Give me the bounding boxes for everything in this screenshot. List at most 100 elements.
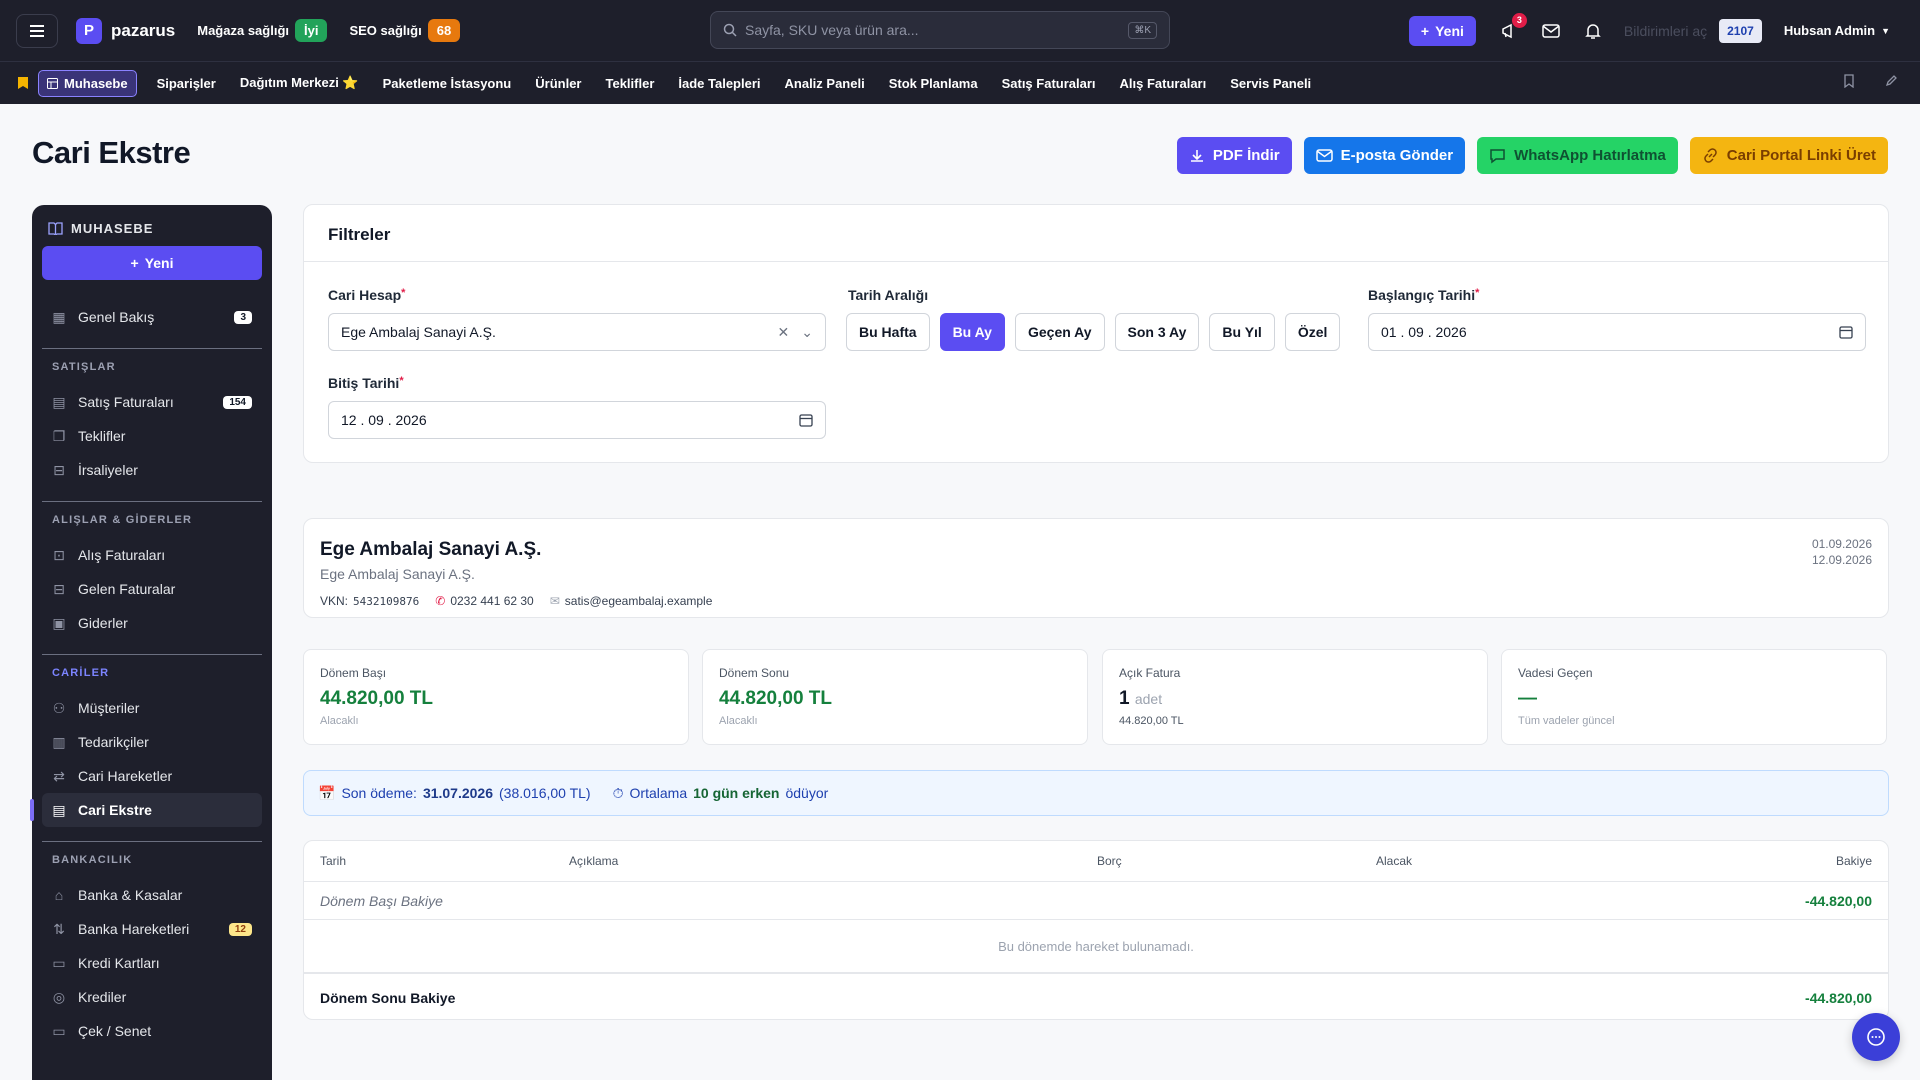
sidebar-item-incoming-invoices[interactable]: ⊟ Gelen Faturalar [42,572,262,606]
search-input[interactable]: Sayfa, SKU veya ürün ara... ⌘K [710,11,1170,49]
notifications-text[interactable]: Bildirimleri aç [1624,23,1707,39]
sidebar-item-bank-cash[interactable]: ⌂ Banka & Kasalar [42,878,262,912]
vkn-value: 5432109876 [353,594,420,608]
period-end: 12.09.2026 [1811,553,1872,567]
sidebar-item-credit-cards[interactable]: ▭ Kredi Kartları [42,946,262,980]
end-date-input[interactable]: 12 . 09 . 2026 [328,401,826,439]
stat-sub: Tüm vadeler güncel [1518,715,1615,727]
sidebar-item-account-statement[interactable]: ▤ Cari Ekstre [30,793,262,827]
portal-link-button[interactable]: Cari Portal Linki Üret [1689,137,1888,174]
stopwatch-icon: ⏱ [612,784,624,801]
brand-name[interactable]: pazarus [111,21,175,41]
sidebar-item-waybills[interactable]: ⊟ İrsaliyeler [42,453,262,487]
end-date-label: Bitiş Tarihi* [328,375,404,391]
send-email-label: E-posta Gönder [1340,147,1454,164]
sidebar-item-customers[interactable]: ⚇ Müşteriler [42,691,262,725]
range-option-this-week[interactable]: Bu Hafta [846,313,930,351]
end-date-value: 12 . 09 . 2026 [341,412,427,428]
document-icon: ▤ [52,393,66,410]
start-date-input[interactable]: 01 . 09 . 2026 [1368,313,1866,351]
plus-icon: + [1420,22,1430,39]
opening-balance: -44.820,00 [1805,892,1872,909]
sidebar-item-label: Genel Bakış [78,309,155,325]
col-description: Açıklama [569,854,619,868]
table-header: Tarih Açıklama Borç Alacak Bakiye [304,841,1888,882]
tray-icon: ⊟ [53,580,65,597]
brand-logo[interactable]: P [76,17,102,44]
sidebar-item-bank-movements[interactable]: ⇅ Banka Hareketleri 12 [42,912,262,946]
nav-item[interactable]: Dağıtım Merkezi ⭐ [240,75,359,91]
nav-item-muhasebe[interactable]: Muhasebe [38,69,137,97]
nav-item[interactable]: Ürünler [535,76,581,91]
store-health[interactable]: Mağaza sağlığı İyi [197,19,328,42]
range-option-this-year[interactable]: Bu Yıl [1209,313,1275,351]
nav-item[interactable]: İade Talepleri [678,76,760,91]
stat-value: 44.820,00 TL [719,688,833,709]
last-payment-amount: (38.016,00 TL) [499,785,591,801]
top-bar: P pazarus Mağaza sağlığı İyi SEO sağlığı… [0,0,1920,61]
sidebar-item-label: İrsaliyeler [78,462,138,478]
sidebar-item-purchase-invoices[interactable]: ⊡ Alış Faturaları [42,538,262,572]
bookmark-outline-icon[interactable] [1843,74,1855,88]
nav-item[interactable]: Alış Faturaları [1120,76,1207,91]
sidebar-item-quotes[interactable]: ❐ Teklifler [42,419,262,453]
col-date: Tarih [320,854,347,868]
menu-toggle-button[interactable] [16,13,58,48]
clear-icon[interactable]: ✕ [778,324,790,341]
range-option-last-month[interactable]: Geçen Ay [1014,313,1105,351]
user-menu[interactable]: Hubsan Admin ▼ [1784,23,1890,38]
nav-item[interactable]: Siparişler [157,76,216,91]
account-period: 01.09.2026 12.09.2026 [1812,536,1872,568]
chevron-down-icon[interactable]: ⌄ [801,324,813,341]
new-button[interactable]: + Yeni [1408,15,1476,46]
pdf-download-button[interactable]: PDF İndir [1176,137,1292,174]
pencil-icon[interactable] [1885,74,1898,87]
calendar-icon[interactable] [799,413,813,427]
account-select-value: Ege Ambalaj Sanayi A.Ş. [341,324,496,340]
account-select[interactable]: Ege Ambalaj Sanayi A.Ş. ✕ ⌄ [328,313,826,351]
average-payment: ⏱ Ortalama 10 gün erken ödüyor [613,785,829,802]
sidebar-item-overview[interactable]: ▦ Genel Bakış 3 [42,300,262,334]
nav-item[interactable]: Paketleme İstasyonu [383,76,512,91]
nav-item[interactable]: Teklifler [605,76,654,91]
stat-title: Dönem Başı [320,666,387,680]
whatsapp-reminder-button[interactable]: WhatsApp Hatırlatma [1477,137,1678,174]
sidebar-new-button[interactable]: + Yeni [42,246,262,280]
messages-button[interactable] [1540,20,1562,42]
sidebar-item-account-movements[interactable]: ⇄ Cari Hareketler [42,759,262,793]
calendar-icon[interactable] [1839,325,1853,339]
sidebar-item-suppliers[interactable]: ▥ Tedarikçiler [42,725,262,759]
notifications-button[interactable] [1582,20,1604,42]
divider [42,501,262,502]
period-start: 01.09.2026 [1811,537,1872,551]
sidebar-item-sales-invoices[interactable]: ▤ Satış Faturaları 154 [42,385,262,419]
nav-item[interactable]: Satış Faturaları [1002,76,1096,91]
nav-item[interactable]: Stok Planlama [889,76,978,91]
nav-item[interactable]: Analiz Paneli [785,76,865,91]
range-option-custom[interactable]: Özel [1284,313,1341,351]
chat-bubble-icon [1490,148,1505,163]
start-date-value: 01 . 09 . 2026 [1381,324,1467,340]
col-debit: Borç [1097,854,1122,868]
sidebar-item-expenses[interactable]: ▣ Giderler [42,606,262,640]
seo-health[interactable]: SEO sağlığı 68 [349,19,461,42]
chat-button[interactable] [1852,1013,1900,1061]
account-phone[interactable]: ✆ 0232 441 62 30 [435,594,533,608]
caret-down-icon: ▼ [1881,25,1890,36]
portal-link-label: Cari Portal Linki Üret [1726,147,1876,164]
announcements-button[interactable]: 3 [1498,12,1527,42]
sidebar-item-checks[interactable]: ▭ Çek / Senet [42,1014,262,1048]
nav-item[interactable]: Servis Paneli [1230,76,1311,91]
sidebar-item-loans[interactable]: ◎ Krediler [42,980,262,1014]
building-icon: ▥ [52,733,66,750]
copy-icon: ❐ [52,427,66,444]
account-email[interactable]: ✉ satis@egeambalaj.example [550,594,713,608]
range-option-last-3-months[interactable]: Son 3 Ay [1114,313,1200,351]
chat-icon [1867,1028,1885,1046]
announcements-count: 3 [1511,12,1527,28]
nav-active-label: Muhasebe [64,75,128,91]
truck-icon: ⊟ [53,461,65,478]
range-option-this-month[interactable]: Bu Ay [939,313,1005,351]
send-email-button[interactable]: E-posta Gönder [1303,137,1466,174]
sidebar-item-label: Cari Hareketler [78,768,173,784]
